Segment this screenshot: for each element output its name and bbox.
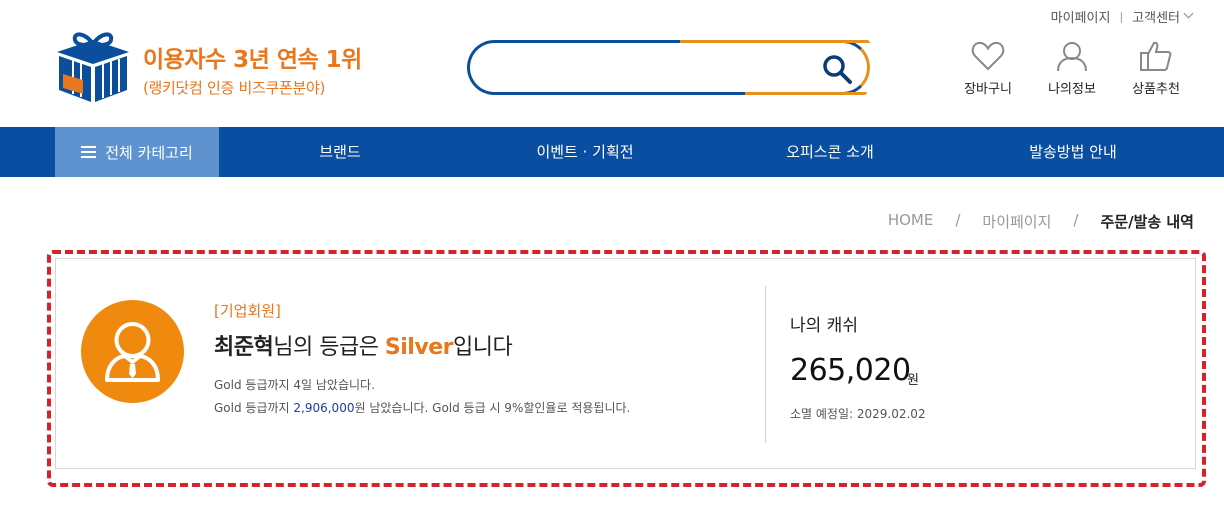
main-nav: 전체 카테고리 브랜드 이벤트 · 기획전 오피스콘 소개 발송방법 안내 (0, 127, 1224, 177)
breadcrumb: HOME / 마이페이지 / 주문/발송 내역 (888, 211, 1194, 232)
member-type: [기업회원] (214, 302, 281, 320)
recommend-label: 상품추천 (1132, 82, 1180, 97)
search-icon[interactable] (821, 53, 853, 85)
gift-box-icon (57, 32, 129, 102)
note-prefix: Gold 등급까지 (214, 401, 294, 415)
logo-slogan: 이용자수 3년 연속 1위 (143, 47, 362, 73)
breadcrumb-current: 주문/발송 내역 (1100, 213, 1194, 231)
site-logo[interactable]: 이용자수 3년 연속 1위 (랭키닷컴 인증 비즈쿠폰분야) (55, 30, 362, 104)
header-shortcuts: 장바구니 나의정보 상품추천 (944, 40, 1196, 97)
customer-center-link[interactable]: 고객센터 (1132, 7, 1180, 26)
note-suffix: 원 남았습니다. Gold 등급 시 9%할인율로 적용됩니다. (354, 401, 631, 415)
member-grade: Silver (384, 335, 454, 360)
breadcrumb-home[interactable]: HOME (888, 211, 934, 232)
user-icon (1057, 42, 1087, 72)
recommend-shortcut[interactable]: 상품추천 (1116, 40, 1196, 97)
cash-balance: 265,020 (790, 353, 911, 388)
cash-label: 나의 캐쉬 (790, 316, 858, 336)
cart-shortcut[interactable]: 장바구니 (948, 40, 1028, 97)
card-divider (765, 286, 766, 443)
logo-subtitle: (랭키닷컴 인증 비즈쿠폰분야) (143, 79, 326, 97)
all-categories-button[interactable]: 전체 카테고리 (55, 127, 219, 177)
member-grade-card: [기업회원] 최준혁님의 등급은 Silver입니다 Gold 등급까지 4일 … (55, 258, 1196, 469)
myinfo-shortcut[interactable]: 나의정보 (1032, 40, 1112, 97)
grade-amount-note: Gold 등급까지 2,906,000원 남았습니다. Gold 등급 시 9%… (214, 399, 630, 416)
cash-expiry: 소멸 예정일: 2029.02.02 (790, 407, 926, 421)
heart-icon (971, 41, 1005, 71)
menu-icon (81, 146, 97, 158)
nav-item-events[interactable]: 이벤트 · 기획전 (515, 127, 655, 177)
grade-headline: 최준혁님의 등급은 Silver입니다 (214, 329, 513, 361)
grade-days-note: Gold 등급까지 4일 남았습니다. (214, 378, 375, 392)
breadcrumb-mypage[interactable]: 마이페이지 (982, 211, 1051, 232)
mypage-link[interactable]: 마이페이지 (1051, 7, 1111, 26)
search-box (467, 40, 870, 95)
remaining-amount: 2,906,000 (293, 401, 355, 415)
breadcrumb-separator: / (1073, 211, 1079, 229)
utility-links: 마이페이지 | 고객센터 (1051, 7, 1194, 26)
search-input[interactable] (490, 51, 810, 83)
chevron-down-icon[interactable] (1183, 8, 1194, 19)
member-avatar-icon (105, 322, 160, 382)
breadcrumb-separator: / (955, 211, 961, 229)
utility-divider: | (1119, 10, 1124, 23)
avatar (81, 300, 184, 403)
all-categories-label: 전체 카테고리 (105, 143, 193, 162)
nav-item-shipping[interactable]: 발송방법 안내 (1003, 127, 1143, 177)
cash-unit: 원 (907, 373, 919, 388)
nav-item-about[interactable]: 오피스콘 소개 (760, 127, 900, 177)
nav-item-brand[interactable]: 브랜드 (290, 127, 390, 177)
member-name: 최준혁 (214, 335, 274, 360)
myinfo-label: 나의정보 (1048, 82, 1096, 97)
grade-prefix: 님의 등급은 (273, 335, 385, 360)
thumbs-up-icon (1140, 41, 1172, 71)
cart-label: 장바구니 (964, 82, 1012, 97)
grade-suffix: 입니다 (452, 335, 513, 360)
